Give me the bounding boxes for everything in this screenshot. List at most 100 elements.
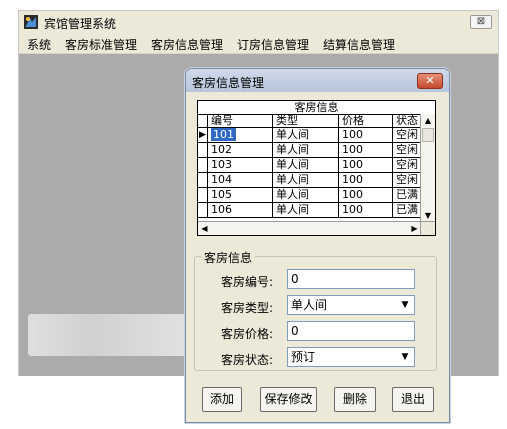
table-cell-type[interactable]: 单人间 — [273, 173, 339, 187]
table-cell-type[interactable]: 单人间 — [273, 143, 339, 157]
cell-text: 102 — [211, 143, 232, 156]
dialog-title: 客房信息管理 — [192, 76, 265, 90]
table-cell-price[interactable]: 100 — [339, 158, 393, 172]
cell-text: 空闲 — [396, 143, 418, 156]
menu-room-info[interactable]: 客房信息管理 — [151, 36, 223, 53]
cell-text: 单人间 — [276, 158, 309, 171]
table-row[interactable]: 106 单人间 100 已满 — [198, 203, 421, 218]
cell-text: 单人间 — [276, 143, 309, 156]
table-cell-price[interactable]: 100 — [339, 128, 393, 142]
row-indicator[interactable] — [198, 203, 208, 217]
cell-text: 100 — [342, 188, 363, 201]
header-corner — [198, 114, 208, 127]
table-row[interactable]: 102 单人间 100 空闲 — [198, 143, 421, 158]
table-cell-status[interactable]: 空闲 — [393, 158, 421, 172]
cell-text: 单人间 — [276, 203, 309, 216]
table-cell-price[interactable]: 100 — [339, 188, 393, 202]
room-info-dialog: 客房信息管理 ✕ 客房信息 编号 类型 价格 状态 ▶ 101 单人间 100 空闲 10… — [185, 68, 450, 423]
exit-button[interactable]: 退出 — [392, 387, 434, 412]
add-button[interactable]: 添加 — [202, 387, 242, 412]
cell-text: 100 — [342, 203, 363, 216]
room-number-label: 客房编号: — [221, 275, 274, 289]
menu-room-standard[interactable]: 客房标准管理 — [65, 36, 137, 53]
column-header-id[interactable]: 编号 — [208, 114, 273, 127]
horizontal-scrollbar[interactable]: ◀ ▶ — [198, 221, 421, 235]
menu-system[interactable]: 系统 — [27, 36, 51, 53]
table-cell-price[interactable]: 100 — [339, 143, 393, 157]
scrollbar-corner — [420, 221, 435, 235]
app-title: 宾馆管理系统 — [44, 17, 117, 31]
table-cell-id[interactable]: 104 — [208, 173, 273, 187]
grid-header: 编号 类型 价格 状态 — [198, 114, 421, 128]
cell-text: 105 — [211, 188, 232, 201]
cell-text: 单人间 — [276, 128, 309, 141]
cell-text: 104 — [211, 173, 232, 186]
cell-text: 100 — [342, 128, 363, 141]
cell-text: 空闲 — [396, 173, 418, 186]
room-status-select[interactable]: 预订 ▼ — [287, 347, 415, 367]
table-cell-status[interactable]: 空闲 — [393, 128, 421, 142]
menu-booking-info[interactable]: 订房信息管理 — [237, 36, 309, 53]
cell-text: 100 — [342, 143, 363, 156]
cell-text: 106 — [211, 203, 232, 216]
row-pointer-icon[interactable]: ▶ — [198, 128, 208, 142]
chevron-down-icon[interactable]: ▼ — [398, 298, 412, 312]
room-type-select[interactable]: 单人间 ▼ — [287, 295, 415, 315]
cell-text: 空闲 — [396, 158, 418, 171]
room-status-label: 客房状态: — [221, 353, 274, 367]
table-cell-id[interactable]: 103 — [208, 158, 273, 172]
scroll-thumb[interactable] — [422, 128, 434, 142]
table-cell-type[interactable]: 单人间 — [273, 188, 339, 202]
vertical-scrollbar[interactable]: ▲ ▼ — [420, 114, 435, 222]
table-cell-status[interactable]: 已满 — [393, 188, 421, 202]
table-cell-id[interactable]: 101 — [208, 128, 273, 142]
cell-text: 103 — [211, 158, 232, 171]
table-cell-status[interactable]: 空闲 — [393, 173, 421, 187]
table-cell-price[interactable]: 100 — [339, 173, 393, 187]
chevron-down-icon[interactable]: ▼ — [398, 350, 412, 364]
table-cell-id[interactable]: 105 — [208, 188, 273, 202]
cell-text: 单人间 — [276, 173, 309, 186]
group-title: 客房信息 — [201, 249, 256, 266]
table-cell-status[interactable]: 空闲 — [393, 143, 421, 157]
table-cell-status[interactable]: 已满 — [393, 203, 421, 217]
room-grid[interactable]: 客房信息 编号 类型 价格 状态 ▶ 101 单人间 100 空闲 102 单人间 100 空闲… — [197, 100, 436, 236]
cell-text: 100 — [342, 158, 363, 171]
column-header-status[interactable]: 状态 — [393, 114, 421, 127]
save-button[interactable]: 保存修改 — [260, 387, 317, 412]
grid-caption: 客房信息 — [198, 101, 435, 115]
table-row[interactable]: 103 单人间 100 空闲 — [198, 158, 421, 173]
table-row[interactable]: 104 单人间 100 空闲 — [198, 173, 421, 188]
table-cell-type[interactable]: 单人间 — [273, 128, 339, 142]
table-cell-type[interactable]: 单人间 — [273, 203, 339, 217]
cell-text: 已满 — [396, 203, 418, 216]
delete-button[interactable]: 删除 — [334, 387, 376, 412]
row-indicator[interactable] — [198, 188, 208, 202]
column-header-type[interactable]: 类型 — [273, 114, 339, 127]
table-cell-price[interactable]: 100 — [339, 203, 393, 217]
row-indicator[interactable] — [198, 143, 208, 157]
close-icon[interactable]: ⊠ — [470, 15, 492, 29]
dialog-close-icon[interactable]: ✕ — [417, 73, 443, 89]
table-cell-type[interactable]: 单人间 — [273, 158, 339, 172]
table-cell-id[interactable]: 102 — [208, 143, 273, 157]
dialog-title-bar[interactable]: 客房信息管理 ✕ — [186, 69, 449, 92]
room-info-group: 客房信息 客房编号: 0 客房类型: 单人间 ▼ 客房价格: 0 客房状态: 预… — [194, 249, 437, 371]
column-header-price[interactable]: 价格 — [339, 114, 393, 127]
cell-text: 101 — [211, 128, 236, 141]
table-cell-id[interactable]: 106 — [208, 203, 273, 217]
menu-billing-info[interactable]: 结算信息管理 — [323, 36, 395, 53]
scroll-left-icon[interactable]: ◀ — [198, 222, 211, 235]
cell-text: 已满 — [396, 188, 418, 201]
table-row[interactable]: 105 单人间 100 已满 — [198, 188, 421, 203]
room-price-input[interactable]: 0 — [287, 321, 415, 341]
app-icon — [24, 15, 38, 29]
row-indicator[interactable] — [198, 173, 208, 187]
table-row[interactable]: ▶ 101 单人间 100 空闲 — [198, 128, 421, 143]
room-status-value: 预订 — [291, 350, 316, 364]
room-type-value: 单人间 — [291, 298, 328, 312]
blurred-background-shape — [28, 314, 188, 356]
row-indicator[interactable] — [198, 158, 208, 172]
scroll-up-icon[interactable]: ▲ — [421, 114, 435, 127]
room-number-input[interactable]: 0 — [287, 269, 415, 289]
